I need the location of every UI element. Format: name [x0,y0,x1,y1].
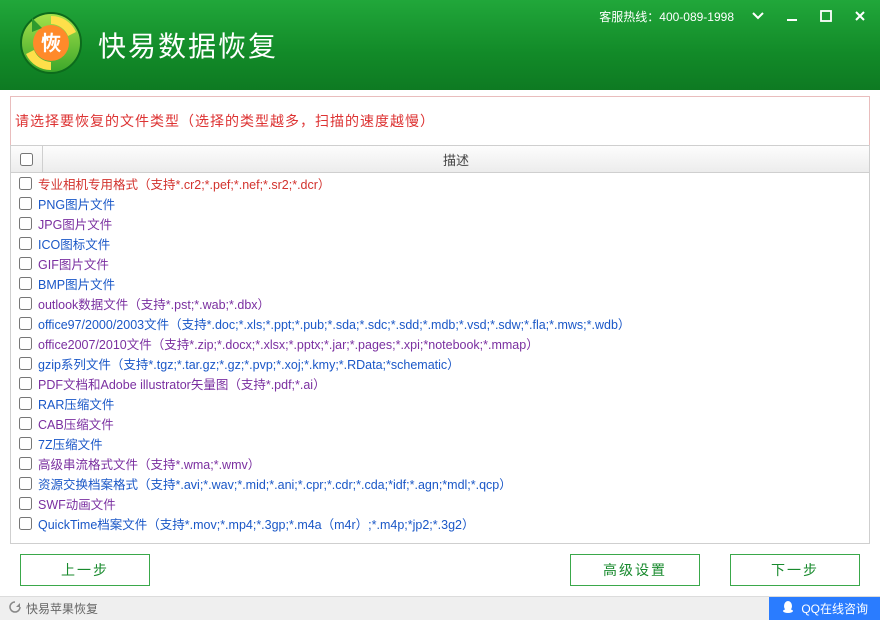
qq-consult-label: QQ在线咨询 [801,600,868,617]
app-title: 快易数据恢复 [98,25,278,65]
row-label: JPG图片文件 [38,214,112,233]
column-header-description: 描述 [43,150,869,169]
table-row[interactable]: gzip系列文件（支持*.tgz;*.tar.gz;*.gz;*.pvp;*.x… [11,353,869,373]
table-row[interactable]: RAR压缩文件 [11,393,869,413]
select-all-cell [11,146,43,172]
row-checkbox[interactable] [19,177,32,190]
table-row[interactable]: GIF图片文件 [11,253,869,273]
row-label: 资源交换档案格式（支持*.avi;*.wav;*.mid;*.ani;*.cpr… [38,474,512,493]
dropdown-button[interactable] [748,6,768,26]
table-row[interactable]: JPG图片文件 [11,213,869,233]
row-checkbox[interactable] [19,377,32,390]
row-checkbox[interactable] [19,217,32,230]
row-label: office97/2000/2003文件（支持*.doc;*.xls;*.ppt… [38,314,630,333]
row-checkbox[interactable] [19,357,32,370]
prev-button[interactable]: 上一步 [20,554,150,586]
qq-consult-button[interactable]: QQ在线咨询 [769,597,880,620]
row-checkbox[interactable] [19,477,32,490]
status-bar: 快易苹果恢复 QQ在线咨询 [0,596,880,620]
table-row[interactable]: office2007/2010文件（支持*.zip;*.docx;*.xlsx;… [11,333,869,353]
close-button[interactable] [850,6,870,26]
table-row[interactable]: 专业相机专用格式（支持*.cr2;*.pef;*.nef;*.sr2;*.dcr… [11,173,869,193]
advanced-settings-button[interactable]: 高级设置 [570,554,700,586]
row-checkbox[interactable] [19,257,32,270]
row-checkbox[interactable] [19,237,32,250]
svg-text:恢: 恢 [41,31,61,55]
table-row[interactable]: SWF动画文件 [11,493,869,513]
footer-buttons: 上一步 高级设置 下一步 [10,544,870,596]
row-checkbox[interactable] [19,297,32,310]
instruction-text: 请选择要恢复的文件类型（选择的类型越多，扫描的速度越慢） [10,96,870,145]
hotline-label: 客服热线：400-089-1998 [599,8,734,25]
row-label: office2007/2010文件（支持*.zip;*.docx;*.xlsx;… [38,334,539,353]
table-row[interactable]: CAB压缩文件 [11,413,869,433]
logo-wrap: 恢 快易数据恢复 [18,10,278,81]
table-row[interactable]: PDF文档和Adobe illustrator矢量图（支持*.pdf;*.ai） [11,373,869,393]
row-label: BMP图片文件 [38,274,115,293]
row-label: RAR压缩文件 [38,394,114,413]
apple-recover-link: 快易苹果恢复 [26,600,98,617]
table-row[interactable]: BMP图片文件 [11,273,869,293]
refresh-icon [8,600,22,617]
table-row[interactable]: 高级串流格式文件（支持*.wma;*.wmv） [11,453,869,473]
row-label: ICO图标文件 [38,234,110,253]
row-label: 7Z压缩文件 [38,434,103,453]
row-checkbox[interactable] [19,337,32,350]
table-row[interactable]: ICO图标文件 [11,233,869,253]
row-label: PNG图片文件 [38,194,115,213]
minimize-button[interactable] [782,6,802,26]
row-checkbox[interactable] [19,417,32,430]
app-logo-icon: 恢 [18,10,84,81]
file-type-list-wrap: 专业相机专用格式（支持*.cr2;*.pef;*.nef;*.sr2;*.dcr… [10,173,870,544]
main-body: 请选择要恢复的文件类型（选择的类型越多，扫描的速度越慢） 描述 专业相机专用格式… [0,90,880,596]
table-header: 描述 [10,145,870,173]
table-row[interactable]: 资源交换档案格式（支持*.avi;*.wav;*.mid;*.ani;*.cpr… [11,473,869,493]
row-checkbox[interactable] [19,397,32,410]
select-all-checkbox[interactable] [20,153,33,166]
row-checkbox[interactable] [19,317,32,330]
status-left[interactable]: 快易苹果恢复 [8,600,98,617]
table-row[interactable]: PNG图片文件 [11,193,869,213]
app-window: 客服热线：400-089-1998 [0,0,880,620]
row-label: gzip系列文件（支持*.tgz;*.tar.gz;*.gz;*.pvp;*.x… [38,354,460,373]
table-row[interactable]: outlook数据文件（支持*.pst;*.wab;*.dbx） [11,293,869,313]
file-type-list[interactable]: 专业相机专用格式（支持*.cr2;*.pef;*.nef;*.sr2;*.dcr… [11,173,869,543]
row-checkbox[interactable] [19,517,32,530]
row-checkbox[interactable] [19,277,32,290]
row-checkbox[interactable] [19,457,32,470]
row-label: SWF动画文件 [38,494,116,513]
qq-icon [781,600,795,617]
row-label: QuickTime档案文件（支持*.mov;*.mp4;*.3gp;*.m4a（… [38,514,474,533]
row-label: 高级串流格式文件（支持*.wma;*.wmv） [38,454,260,473]
row-label: outlook数据文件（支持*.pst;*.wab;*.dbx） [38,294,270,313]
row-label: 专业相机专用格式（支持*.cr2;*.pef;*.nef;*.sr2;*.dcr… [38,174,330,193]
table-row[interactable]: 7Z压缩文件 [11,433,869,453]
row-label: CAB压缩文件 [38,414,114,433]
maximize-button[interactable] [816,6,836,26]
row-checkbox[interactable] [19,437,32,450]
app-header: 客服热线：400-089-1998 [0,0,880,90]
next-button[interactable]: 下一步 [730,554,860,586]
row-checkbox[interactable] [19,497,32,510]
row-checkbox[interactable] [19,197,32,210]
row-label: GIF图片文件 [38,254,109,273]
top-controls: 客服热线：400-089-1998 [599,6,870,26]
table-row[interactable]: QuickTime档案文件（支持*.mov;*.mp4;*.3gp;*.m4a（… [11,513,869,533]
row-label: PDF文档和Adobe illustrator矢量图（支持*.pdf;*.ai） [38,374,326,393]
table-row[interactable]: office97/2000/2003文件（支持*.doc;*.xls;*.ppt… [11,313,869,333]
